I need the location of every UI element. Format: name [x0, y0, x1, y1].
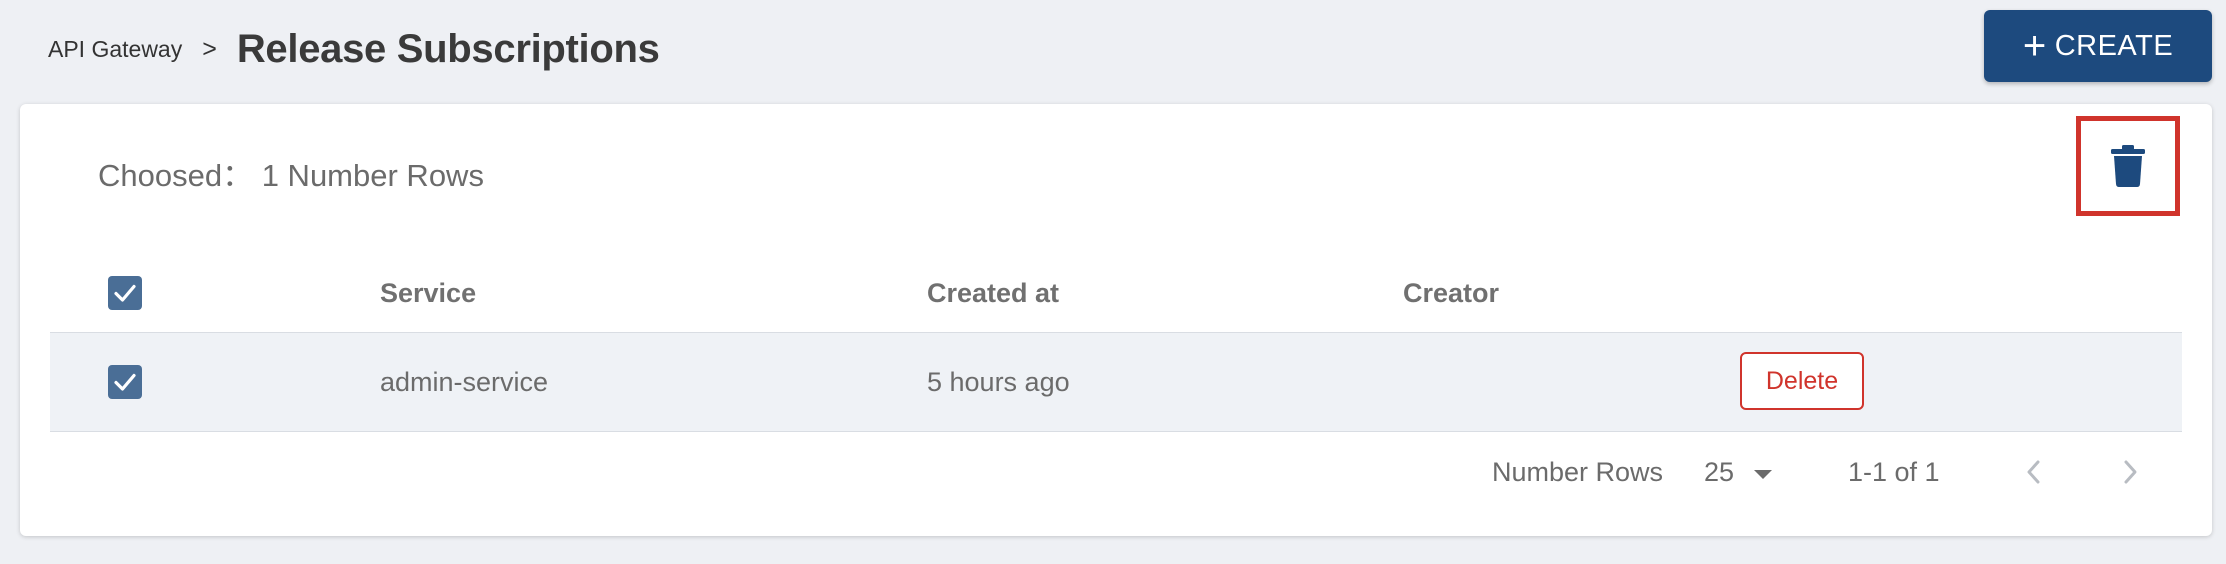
column-header-created-at[interactable]: Created at — [927, 254, 1059, 332]
create-button[interactable]: + CREATE — [1984, 10, 2212, 82]
top-bar: API Gateway > Release Subscriptions + CR… — [0, 0, 2226, 100]
bulk-delete-button[interactable] — [2076, 116, 2180, 216]
breadcrumb-separator: > — [202, 34, 217, 63]
plus-icon: + — [2022, 24, 2047, 68]
create-button-label: CREATE — [2054, 29, 2174, 62]
next-page-button[interactable] — [2110, 452, 2150, 492]
check-icon — [114, 284, 136, 302]
rows-per-page-value: 25 — [1704, 456, 1735, 487]
subscriptions-table: Service Created at Creator admin-service… — [50, 254, 2182, 432]
table-row[interactable]: admin-service 5 hours ago Delete — [50, 332, 2182, 432]
column-header-creator[interactable]: Creator — [1403, 254, 1499, 332]
check-icon — [114, 373, 136, 391]
cell-created-at: 5 hours ago — [927, 366, 1070, 397]
rows-per-page-select[interactable]: 25 — [1704, 430, 1773, 514]
previous-page-button[interactable] — [2014, 452, 2054, 492]
select-all-checkbox[interactable] — [108, 276, 142, 310]
cell-service: admin-service — [380, 366, 549, 397]
row-delete-button[interactable]: Delete — [1740, 352, 1864, 410]
chevron-left-icon — [2027, 460, 2040, 484]
selection-count: Choosed： 1 Number Rows — [98, 158, 484, 193]
pagination-range: 1-1 of 1 — [1848, 456, 1940, 487]
caret-down-icon — [1754, 469, 1773, 479]
column-header-service[interactable]: Service — [380, 254, 476, 332]
rows-per-page-label: Number Rows — [1492, 456, 1664, 487]
chevron-right-icon — [2124, 460, 2137, 484]
table-header: Service Created at Creator — [50, 254, 2182, 332]
pagination: Number Rows 25 1-1 of 1 — [20, 430, 2212, 514]
subscriptions-card: Choosed： 1 Number Rows Service Created a… — [20, 104, 2212, 536]
row-checkbox[interactable] — [108, 365, 142, 399]
page-title: Release Subscriptions — [236, 26, 660, 71]
breadcrumb: API Gateway > Release Subscriptions — [48, 24, 660, 74]
trash-icon — [2111, 145, 2145, 187]
breadcrumb-api-gateway[interactable]: API Gateway — [48, 36, 182, 63]
